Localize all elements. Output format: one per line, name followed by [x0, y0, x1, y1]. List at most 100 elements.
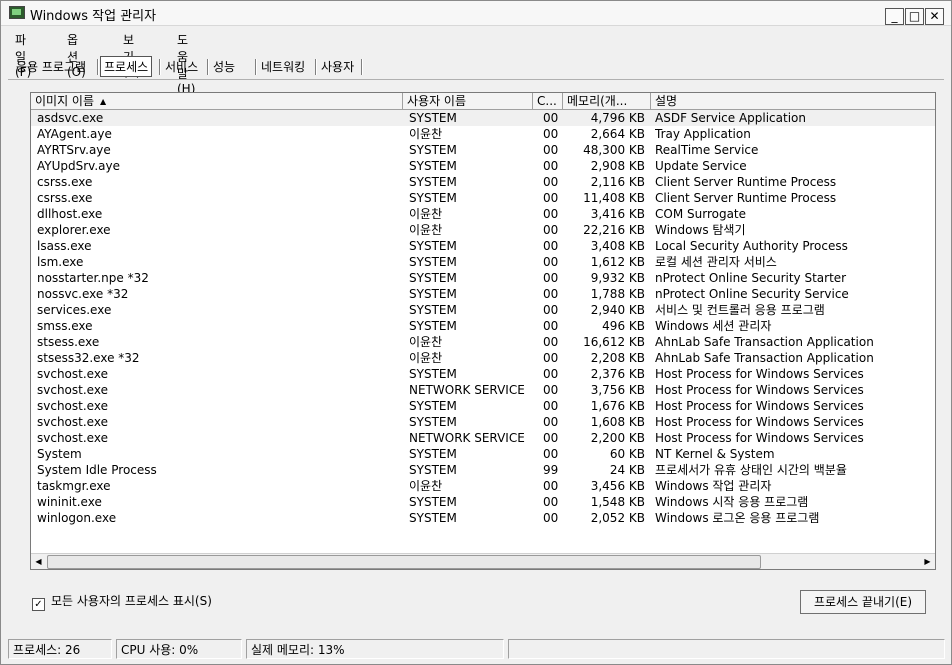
table-row[interactable]: svchost.exe SYSTEM 00 1,608 KB Host Process … [31, 414, 935, 430]
table-row[interactable]: AYUpdSrv.aye SYSTEM 00 2,908 KB Update Servi… [31, 158, 935, 174]
process-description: Host Process for Windows Services [655, 399, 864, 413]
process-memory: 1,608 KB [590, 415, 645, 429]
tab-strip: 응용 프로그램 프로세스 서비스 성능 네트워킹 사용자 [1, 56, 951, 78]
table-row[interactable]: System Idle Process SYSTEM 99 24 KB 프로세서가 유휴… [31, 462, 935, 478]
table-row[interactable]: smss.exe SYSTEM 00 496 KB Windows 세션 관리자 [31, 318, 935, 334]
table-row[interactable]: explorer.exe 이윤찬 00 22,216 KB Windows 탐색기 [31, 222, 935, 238]
process-user-name: SYSTEM [409, 399, 457, 413]
process-memory: 2,940 KB [590, 303, 645, 317]
table-row[interactable]: svchost.exe NETWORK SERVICE 00 2,200 KB Host… [31, 430, 935, 446]
tab-networking[interactable]: 네트워킹 [259, 58, 307, 75]
window-title: Windows 작업 관리자 [30, 9, 157, 24]
sort-ascending-icon: ▲ [100, 97, 107, 106]
process-image-name: taskmgr.exe [37, 479, 111, 493]
arrow-left-icon[interactable]: ◀ [31, 554, 46, 569]
process-description: Windows 세션 관리자 [655, 319, 772, 333]
process-list[interactable]: 이미지 이름 ▲ 사용자 이름 C... 메모리(개... 설명 asdsvc.e… [30, 92, 936, 570]
process-image-name: AYAgent.aye [37, 127, 112, 141]
show-all-users-checkbox[interactable]: ✓ [32, 598, 45, 611]
tab-processes[interactable]: 프로세스 [100, 56, 153, 77]
scrollbar-thumb[interactable] [47, 555, 761, 569]
process-description: Windows 작업 관리자 [655, 479, 772, 493]
process-memory: 4,796 KB [590, 111, 645, 125]
status-process-count: 프로세스: 26 [8, 639, 112, 659]
process-user-name: SYSTEM [409, 511, 457, 525]
table-row[interactable]: dllhost.exe 이윤찬 00 3,416 KB COM Surrogate [31, 206, 935, 222]
process-memory: 3,756 KB [590, 383, 645, 397]
process-user-name: SYSTEM [409, 463, 457, 477]
table-row[interactable]: svchost.exe NETWORK SERVICE 00 3,756 KB Host… [31, 382, 935, 398]
status-bar: 프로세스: 26 CPU 사용: 0% 실제 메모리: 13% [1, 637, 951, 663]
end-process-button[interactable]: 프로세스 끝내기(E) [800, 590, 926, 614]
column-image-name[interactable]: 이미지 이름 ▲ [31, 93, 403, 109]
process-description: NT Kernel & System [655, 447, 775, 461]
title-bar[interactable]: Windows 작업 관리자 _ □ ✕ [1, 1, 951, 26]
table-row[interactable]: AYRTSrv.aye SYSTEM 00 48,300 KB RealTime Ser… [31, 142, 935, 158]
maximize-button[interactable]: □ [905, 8, 924, 25]
process-image-name: System [37, 447, 82, 461]
process-description: RealTime Service [655, 143, 759, 157]
close-button[interactable]: ✕ [925, 8, 944, 25]
column-description[interactable]: 설명 [651, 93, 935, 109]
status-empty-panel [508, 639, 945, 659]
table-row[interactable]: services.exe SYSTEM 00 2,940 KB 서비스 및 컨트롤러 응… [31, 302, 935, 318]
task-manager-icon [9, 6, 25, 19]
process-image-name: lsass.exe [37, 239, 92, 253]
table-row[interactable]: System SYSTEM 00 60 KB NT Kernel & System [31, 446, 935, 462]
show-all-users-option[interactable]: ✓ 모든 사용자의 프로세스 표시(S) [32, 592, 212, 611]
process-image-name: dllhost.exe [37, 207, 103, 221]
tab-performance[interactable]: 성능 [211, 58, 237, 75]
tab-applications[interactable]: 응용 프로그램 [14, 58, 88, 75]
table-row[interactable]: csrss.exe SYSTEM 00 11,408 KB Client Server … [31, 190, 935, 206]
tab-services[interactable]: 서비스 [163, 58, 200, 75]
process-image-name: lsm.exe [37, 255, 84, 269]
arrow-right-icon[interactable]: ▶ [920, 554, 935, 569]
process-description: Update Service [655, 159, 747, 173]
horizontal-scrollbar[interactable]: ◀ ▶ [31, 553, 935, 569]
column-user-name[interactable]: 사용자 이름 [403, 93, 533, 109]
process-memory: 1,548 KB [590, 495, 645, 509]
process-image-name: svchost.exe [37, 399, 108, 413]
column-memory[interactable]: 메모리(개... [563, 93, 651, 109]
process-description: AhnLab Safe Transaction Application [655, 351, 874, 365]
tab-users[interactable]: 사용자 [319, 58, 356, 75]
table-row[interactable]: taskmgr.exe 이윤찬 00 3,456 KB Windows 작업 관리자 [31, 478, 935, 494]
show-all-users-label: 모든 사용자의 프로세스 표시(S) [51, 594, 212, 608]
process-memory: 9,932 KB [590, 271, 645, 285]
table-row[interactable]: csrss.exe SYSTEM 00 2,116 KB Client Server R… [31, 174, 935, 190]
process-image-name: csrss.exe [37, 191, 93, 205]
process-memory: 1,612 KB [590, 255, 645, 269]
process-memory: 22,216 KB [583, 223, 645, 237]
process-memory: 2,664 KB [590, 127, 645, 141]
process-image-name: svchost.exe [37, 415, 108, 429]
table-row[interactable]: svchost.exe SYSTEM 00 1,676 KB Host Process … [31, 398, 935, 414]
process-user-name: SYSTEM [409, 319, 457, 333]
table-row[interactable]: stsess32.exe *32 이윤찬 00 2,208 KB AhnLab Safe… [31, 350, 935, 366]
process-image-name: stsess32.exe *32 [37, 351, 140, 365]
process-user-name: SYSTEM [409, 111, 457, 125]
tab-separator [361, 59, 363, 75]
table-row[interactable]: AYAgent.aye 이윤찬 00 2,664 KB Tray Application [31, 126, 935, 142]
table-row[interactable]: nossvc.exe *32 SYSTEM 00 1,788 KB nProtect O… [31, 286, 935, 302]
process-memory: 3,416 KB [590, 207, 645, 221]
table-row[interactable]: wininit.exe SYSTEM 00 1,548 KB Windows 시작 응용… [31, 494, 935, 510]
table-row[interactable]: lsass.exe SYSTEM 00 3,408 KB Local Security … [31, 238, 935, 254]
table-row[interactable]: winlogon.exe SYSTEM 00 2,052 KB Windows 로그온 … [31, 510, 935, 526]
process-memory: 2,208 KB [590, 351, 645, 365]
process-user-name: 이윤찬 [409, 351, 443, 365]
table-row[interactable]: stsess.exe 이윤찬 00 16,612 KB AhnLab Safe Tran… [31, 334, 935, 350]
process-description: Host Process for Windows Services [655, 431, 864, 445]
process-description: nProtect Online Security Starter [655, 271, 847, 285]
table-row[interactable]: asdsvc.exe SYSTEM 00 4,796 KB ASDF Service A… [31, 110, 935, 126]
table-row[interactable]: lsm.exe SYSTEM 00 1,612 KB 로컬 세션 관리자 서비스 [31, 254, 935, 270]
process-memory: 60 KB [609, 447, 645, 461]
table-row[interactable]: nosstarter.npe *32 SYSTEM 00 9,932 KB nProte… [31, 270, 935, 286]
table-row[interactable]: svchost.exe SYSTEM 00 2,376 KB Host Process … [31, 366, 935, 382]
process-image-name: asdsvc.exe [37, 111, 104, 125]
minimize-button[interactable]: _ [885, 8, 904, 25]
column-cpu[interactable]: C... [533, 93, 563, 109]
process-description: Client Server Runtime Process [655, 191, 837, 205]
process-image-name: svchost.exe [37, 431, 108, 445]
tab-separator [97, 59, 99, 75]
processes-panel: 이미지 이름 ▲ 사용자 이름 C... 메모리(개... 설명 asdsvc.e… [8, 79, 944, 628]
